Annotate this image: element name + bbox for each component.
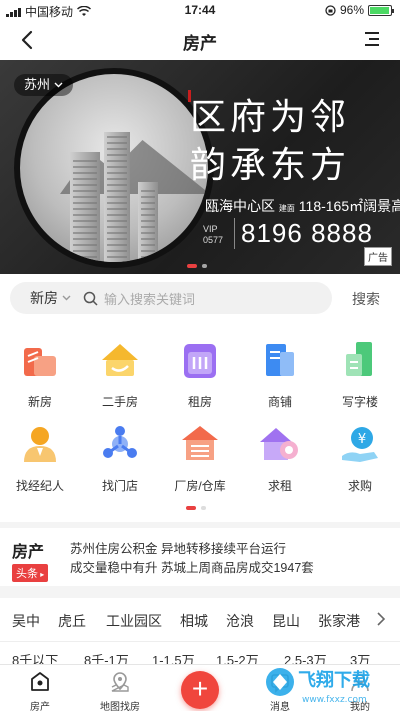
warehouse-icon	[182, 426, 218, 460]
svg-text:飞翔下载: 飞翔下载	[298, 669, 370, 691]
category-warehouse[interactable]: 厂房/仓库	[160, 406, 240, 493]
category-agent[interactable]: 找经纪人	[0, 406, 80, 493]
district-item[interactable]: 昆山	[272, 611, 300, 631]
search-input-box[interactable]: 新房 输入搜索关键词	[10, 282, 332, 314]
vip-label: VIP 0577	[203, 224, 224, 245]
city-selector[interactable]: 苏州	[14, 74, 74, 96]
category-new-house[interactable]: 新房	[0, 322, 80, 409]
city-name: 苏州	[24, 77, 51, 92]
chevron-right-icon[interactable]	[376, 612, 386, 626]
banner-slogan-2: 韵承东方	[190, 145, 351, 186]
search-input[interactable]: 输入搜索关键词	[104, 289, 195, 308]
headline-item[interactable]: 成交量稳中有升 苏城上周商品房成交1947套	[70, 559, 314, 578]
new-house-icon	[24, 348, 56, 376]
store-finder-icon	[103, 426, 137, 458]
headline-brand-badge: 头条 ▸	[12, 564, 49, 582]
headline-item[interactable]: 苏州住房公积金 异地转移接续平台运行	[70, 540, 314, 559]
svg-text:¥: ¥	[358, 432, 366, 447]
chevron-down-icon	[54, 82, 63, 88]
nav-bar: 房产	[0, 20, 400, 60]
category-label: 找经纪人	[15, 479, 64, 493]
category-pagination	[186, 506, 206, 510]
search-bar: 新房 输入搜索关键词 搜索	[0, 274, 400, 322]
headline-brand-top: 房产	[12, 544, 45, 561]
agent-icon	[24, 427, 56, 462]
banner-artwork	[14, 68, 214, 268]
category-rent[interactable]: 租房	[160, 322, 240, 409]
area-range: 118-165㎡阔景高层	[298, 198, 400, 214]
category-store-finder[interactable]: 找门店	[80, 406, 160, 493]
headline-news[interactable]: 房产 头条 ▸ 苏州住房公积金 异地转移接续平台运行 成交量稳中有升 苏城上周商…	[0, 528, 400, 586]
page-title: 房产	[183, 34, 217, 53]
district-filter: 吴中 虎丘 工业园区 相城 沧浪 昆山 张家港	[0, 598, 400, 642]
banner-area-line: 瓯海中心区 建面 118-165㎡阔景高层	[205, 196, 400, 216]
category-grid: 新房 二手房 租房 商铺 写字楼 找经纪人 找门店 厂房/仓库 求租 ¥ 求购	[0, 322, 400, 522]
orientation-lock-icon	[325, 4, 336, 16]
ad-label: 广告	[364, 247, 392, 266]
search-icon	[83, 291, 98, 306]
banner-slogan-1: 区府为邻	[190, 97, 351, 138]
category-label: 求购	[347, 479, 372, 493]
category-label: 厂房/仓库	[174, 479, 226, 493]
battery-percent: 96%	[339, 3, 364, 17]
area-name: 瓯海中心区	[205, 198, 275, 214]
banner-dot-active	[187, 264, 197, 268]
tab-map-search[interactable]: 地图找房	[85, 671, 155, 711]
add-post-button[interactable]: +	[181, 671, 219, 709]
district-item[interactable]: 吴中	[12, 611, 40, 631]
chevron-down-icon	[62, 295, 71, 301]
category-office-building[interactable]: 写字楼	[320, 322, 400, 409]
shop-icon	[266, 344, 294, 376]
tab-label: 房产	[30, 702, 50, 711]
district-item[interactable]: 张家港	[318, 611, 360, 631]
district-item[interactable]: 沧浪	[226, 611, 254, 631]
search-button[interactable]: 搜索	[352, 289, 380, 309]
tab-label: 地图找房	[100, 702, 140, 711]
banner-phone: 8196 8888	[234, 218, 373, 249]
tab-house[interactable]: 房产	[5, 671, 75, 711]
district-item[interactable]: 工业园区	[106, 611, 162, 631]
district-item[interactable]: 相城	[180, 611, 208, 631]
category-want-rent[interactable]: 求租	[240, 406, 320, 493]
ad-banner[interactable]: 苏州 区府为邻 韵承东方 瓯海中心区 建面 118-165㎡阔景高层 VIP 0…	[0, 60, 400, 274]
status-bar: 中国移动 17:44 96%	[0, 0, 400, 20]
second-hand-house-icon	[102, 344, 138, 376]
category-label: 找门店	[101, 479, 138, 493]
category-label: 求租	[267, 479, 292, 493]
rent-icon	[184, 344, 216, 378]
want-rent-icon	[260, 428, 298, 460]
headline-brand: 房产 头条 ▸	[12, 538, 52, 582]
watermark-logo: 飞翔下载 www.fxxz.com	[266, 668, 370, 705]
category-want-buy[interactable]: ¥ 求购	[320, 406, 400, 493]
banner-pagination	[187, 264, 207, 268]
banner-dot	[202, 264, 207, 268]
office-building-icon	[346, 342, 372, 376]
search-category-label: 新房	[30, 290, 58, 306]
house-tab-icon	[31, 672, 49, 691]
category-dot-active	[186, 506, 196, 510]
category-shop[interactable]: 商铺	[240, 322, 320, 409]
map-pin-icon	[111, 672, 129, 692]
menu-icon[interactable]	[362, 29, 382, 49]
category-dot	[201, 506, 206, 510]
battery-icon	[368, 4, 394, 16]
category-second-hand-house[interactable]: 二手房	[80, 322, 160, 409]
search-category-dropdown[interactable]: 新房	[30, 288, 71, 308]
svg-text:www.fxxz.com: www.fxxz.com	[302, 695, 367, 705]
area-sub: 建面	[278, 204, 295, 213]
want-buy-icon: ¥	[342, 427, 378, 462]
district-item[interactable]: 虎丘	[58, 611, 86, 631]
